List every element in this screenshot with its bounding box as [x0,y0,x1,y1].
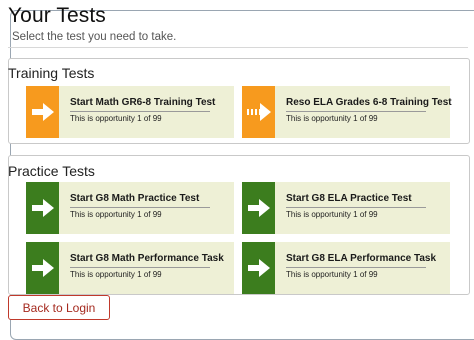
arrow-right-icon [242,182,275,234]
instructions-text: Select the test you need to take. [12,31,177,43]
performance-task-ela-tile[interactable]: Start G8 ELA Performance Task This is op… [242,242,450,294]
back-to-login-button[interactable]: Back to Login [8,295,110,320]
practice-tests-title: Practice Tests [8,163,95,179]
performance-task-math-tile[interactable]: Start G8 Math Performance Task This is o… [26,242,234,294]
tile-divider [286,207,426,208]
resume-arrow-icon [242,86,275,138]
tile-opportunity: This is opportunity 1 of 99 [70,114,162,123]
tile-opportunity: This is opportunity 1 of 99 [286,270,378,279]
tile-divider [70,267,210,268]
tile-opportunity: This is opportunity 1 of 99 [70,210,162,219]
tile-name: Reso ELA Grades 6-8 Training Test [286,97,452,108]
tile-name: Start G8 ELA Practice Test [286,193,412,204]
tile-opportunity: This is opportunity 1 of 99 [286,210,378,219]
tile-name: Start G8 Math Practice Test [70,193,200,204]
page-title: Your Tests [8,4,106,27]
training-test-math-tile[interactable]: Start Math GR6-8 Training Test This is o… [26,86,234,138]
training-test-ela-tile[interactable]: Reso ELA Grades 6-8 Training Test This i… [242,86,452,138]
practice-test-ela-tile[interactable]: Start G8 ELA Practice Test This is oppor… [242,182,450,234]
tile-name: Start Math GR6-8 Training Test [70,97,216,108]
tile-name: Start G8 ELA Performance Task [286,253,437,264]
training-tests-title: Training Tests [8,65,95,81]
tile-name: Start G8 Math Performance Task [70,253,224,264]
tile-opportunity: This is opportunity 1 of 99 [70,270,162,279]
tile-divider [286,111,426,112]
tile-divider [286,267,426,268]
tile-divider [70,111,210,112]
title-divider [8,47,468,48]
arrow-right-icon [26,86,59,138]
tile-divider [70,207,210,208]
arrow-right-icon [26,182,59,234]
arrow-right-icon [26,242,59,294]
tile-opportunity: This is opportunity 1 of 99 [286,114,378,123]
arrow-right-icon [242,242,275,294]
practice-test-math-tile[interactable]: Start G8 Math Practice Test This is oppo… [26,182,234,234]
